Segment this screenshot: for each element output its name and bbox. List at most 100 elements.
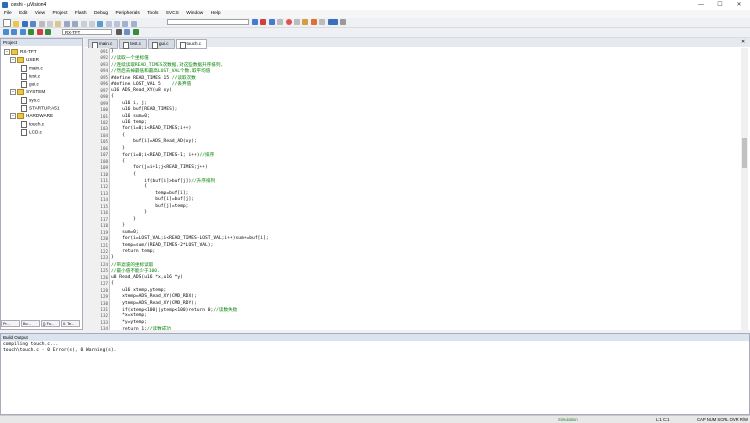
- code-line[interactable]: {: [111, 184, 147, 189]
- scrollbar-thumb[interactable]: [742, 138, 747, 168]
- code-line[interactable]: {: [111, 172, 136, 177]
- code-line[interactable]: for(i=LOST_VAL;i<READ_TIMES-LOST_VAL;i++…: [111, 236, 269, 241]
- code-line[interactable]: }: [111, 49, 114, 54]
- paste-icon[interactable]: [55, 21, 62, 27]
- target-select[interactable]: RX-TFT: [62, 29, 112, 35]
- tree-file[interactable]: gui.c: [21, 81, 39, 88]
- rebuild-icon[interactable]: [19, 29, 26, 35]
- code-line[interactable]: u16 temp;: [111, 120, 147, 125]
- close-tab-icon[interactable]: ✕: [741, 39, 745, 45]
- breakpoint-icon[interactable]: [285, 19, 292, 25]
- tree-group-system[interactable]: − SYSTEM: [10, 89, 45, 95]
- tree-file[interactable]: main.c: [21, 65, 43, 72]
- code-line[interactable]: //然后去掉最低和最高LOST_VAL个数,取平均值: [111, 68, 210, 74]
- code-line[interactable]: return 1;//读数成功: [111, 326, 171, 330]
- code-line[interactable]: u8 Read_ADS(u16 *x,u16 *y): [111, 275, 183, 280]
- code-line[interactable]: temp=buf[i];: [111, 191, 188, 196]
- code-line[interactable]: u16 ADS_Read_XY(u8 xy): [111, 88, 172, 93]
- code-line[interactable]: buf[j]=temp;: [111, 204, 188, 209]
- code-line[interactable]: #define READ_TIMES 15 //读取次数: [111, 75, 196, 81]
- menu-tools[interactable]: Tools: [147, 10, 158, 18]
- menu-help[interactable]: Help: [211, 10, 221, 18]
- maximize-button[interactable]: ☐: [711, 0, 729, 10]
- breakpoint-disable-icon[interactable]: [293, 19, 300, 25]
- debug-start-icon[interactable]: [260, 19, 267, 25]
- undo-icon[interactable]: [63, 21, 70, 27]
- menu-flash[interactable]: Flash: [75, 10, 87, 18]
- uncomment-icon[interactable]: [130, 21, 137, 27]
- file-extensions-icon[interactable]: [124, 29, 131, 35]
- tree-file[interactable]: LCD.c: [21, 129, 42, 136]
- code-line[interactable]: for(j=i+1;j<READ_TIMES;j++): [111, 165, 208, 170]
- tree-file[interactable]: STARTUP.A51: [21, 105, 59, 112]
- redo-icon[interactable]: [72, 21, 79, 27]
- copy-icon[interactable]: [46, 21, 53, 27]
- code-line[interactable]: }: [111, 210, 147, 215]
- tree-group-hardware[interactable]: − HARDWARE: [10, 113, 53, 119]
- navigate-forward-icon[interactable]: [88, 21, 95, 27]
- collapse-icon[interactable]: −: [10, 89, 16, 95]
- bookmark-icon[interactable]: [97, 21, 104, 27]
- code-line[interactable]: }: [111, 223, 125, 228]
- translate-icon[interactable]: [3, 29, 9, 35]
- code-line[interactable]: for(i=0;i<READ_TIMES-1; i++)//排序: [111, 152, 214, 158]
- comment-icon[interactable]: [122, 21, 129, 27]
- menu-debug[interactable]: Debug: [94, 10, 108, 18]
- menu-peripherals[interactable]: Peripherals: [115, 10, 139, 18]
- code-area[interactable]: }//读取一个坐标值//连续读取READ_TIMES次数据,对这些数据升序排列,…: [111, 48, 731, 330]
- unindent-icon[interactable]: [114, 21, 121, 27]
- target-options-icon[interactable]: [116, 29, 122, 35]
- tab-books[interactable]: Bo...: [21, 320, 40, 327]
- collapse-icon[interactable]: −: [10, 113, 16, 119]
- code-line[interactable]: #define LOST_VAL 5 //丢弃值: [111, 81, 191, 87]
- window-layout-icon[interactable]: [319, 19, 326, 25]
- tab-functions[interactable]: {} Fu...: [41, 320, 60, 327]
- tab-project[interactable]: Pr...: [1, 320, 20, 327]
- code-line[interactable]: temp=sum/(READ_TIMES-2*LOST_VAL);: [111, 243, 213, 248]
- tree-group-user[interactable]: − USER: [10, 57, 39, 63]
- code-line[interactable]: *x=xtemp;: [111, 313, 147, 318]
- menu-view[interactable]: View: [35, 10, 45, 18]
- code-line[interactable]: {: [111, 133, 125, 138]
- window-select-icon[interactable]: [327, 19, 338, 25]
- navigate-back-icon[interactable]: [80, 21, 87, 27]
- indent-icon[interactable]: [105, 21, 112, 27]
- save-icon[interactable]: [21, 21, 28, 27]
- collapse-icon[interactable]: −: [10, 57, 16, 63]
- new-file-icon[interactable]: [3, 19, 11, 27]
- manage-components-icon[interactable]: [132, 29, 139, 35]
- code-line[interactable]: return temp;: [111, 249, 155, 254]
- menu-window[interactable]: Window: [186, 10, 203, 18]
- stop-build-icon[interactable]: [36, 29, 43, 35]
- breakpoint-gutter[interactable]: [85, 48, 95, 330]
- code-line[interactable]: //带滤波的坐标读取: [111, 262, 153, 268]
- code-line[interactable]: //连续读取READ_TIMES次数据,对这些数据升序排列,: [111, 62, 223, 68]
- tree-root[interactable]: − RX-TFT: [4, 49, 37, 55]
- code-line[interactable]: }: [111, 146, 125, 151]
- kill-breakpoints-icon[interactable]: [302, 19, 309, 25]
- tree-file[interactable]: sys.c: [21, 97, 40, 104]
- code-line[interactable]: u16 sum=0;: [111, 114, 150, 119]
- code-line[interactable]: {: [111, 94, 114, 99]
- kill-all-icon[interactable]: [310, 19, 317, 25]
- code-line[interactable]: xtemp=ADS_Read_XY(CMD_RDX);: [111, 294, 197, 299]
- find-icon[interactable]: [252, 19, 258, 25]
- code-line[interactable]: *y=ytemp;: [111, 320, 147, 325]
- find-in-files-icon[interactable]: [268, 19, 275, 25]
- download-icon[interactable]: [28, 29, 35, 35]
- options-icon[interactable]: [277, 19, 284, 25]
- tree-file[interactable]: touch.c: [21, 121, 44, 128]
- build-icon[interactable]: [11, 29, 18, 35]
- code-line[interactable]: ytemp=ADS_Read_XY(CMD_RDY);: [111, 301, 197, 306]
- code-line[interactable]: u16 buf[READ_TIMES];: [111, 107, 177, 112]
- menu-file[interactable]: File: [4, 10, 12, 18]
- code-line[interactable]: u16 xtemp,ytemp;: [111, 288, 166, 293]
- code-line[interactable]: }: [111, 255, 114, 260]
- menu-project[interactable]: Project: [53, 10, 68, 18]
- open-folder-icon[interactable]: [13, 21, 20, 27]
- save-all-icon[interactable]: [30, 21, 37, 27]
- tree-file[interactable]: test.c: [21, 73, 40, 80]
- code-line[interactable]: }: [111, 217, 136, 222]
- flash-icon[interactable]: [44, 29, 51, 35]
- code-line[interactable]: u16 i, j;: [111, 101, 147, 106]
